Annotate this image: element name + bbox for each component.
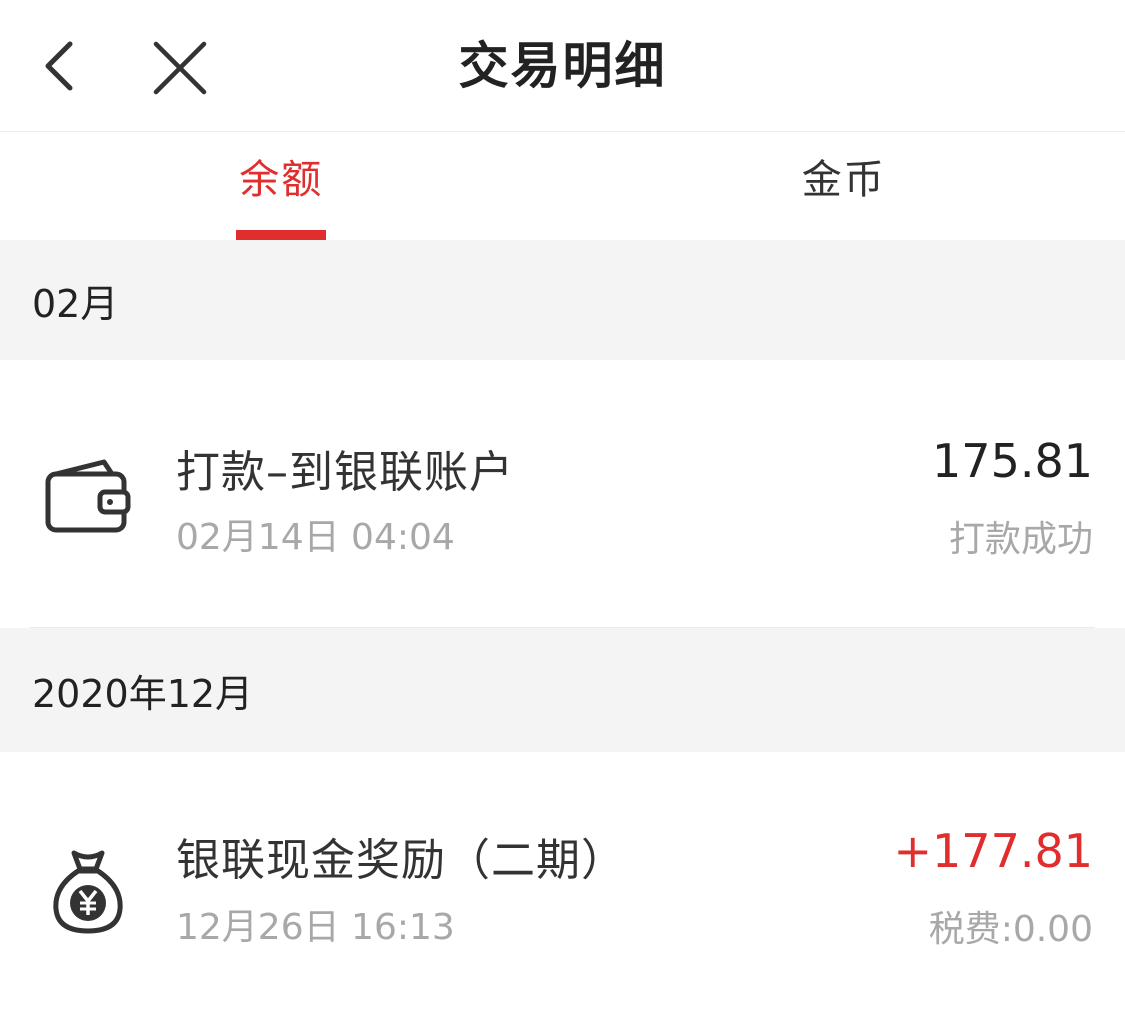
transaction-row[interactable]: 银联现金奖励（二期） 12月26日 16:13 +177.81 税费:0.00: [0, 752, 1125, 1012]
transaction-time: 02月14日 04:04: [176, 517, 455, 558]
navbar: 交易明细: [0, 0, 1125, 132]
transaction-time: 12月26日 16:13: [176, 907, 455, 948]
tab-balance-label: 余额: [239, 157, 324, 203]
transaction-amount: +177.81: [893, 824, 1094, 878]
section-header-dec-2020: 2020年12月: [0, 628, 1125, 752]
tab-active-indicator: [236, 230, 327, 240]
wallet-icon: [40, 448, 136, 544]
tab-bar: 余额 金币: [0, 132, 1125, 240]
section-header-label: 02月: [32, 281, 119, 326]
tab-coins-label: 金币: [801, 157, 886, 203]
page-title: 交易明细: [458, 37, 667, 95]
tab-balance[interactable]: 余额: [0, 132, 563, 240]
transaction-amount: 175.81: [932, 434, 1093, 488]
transaction-status: 税费:0.00: [928, 909, 1093, 950]
transaction-title: 银联现金奖励（二期）: [176, 835, 626, 886]
transaction-row[interactable]: 打款–到银联账户 02月14日 04:04 175.81 打款成功: [30, 360, 1095, 628]
money-bag-icon: [40, 844, 136, 940]
transaction-title: 打款–到银联账户: [176, 447, 514, 498]
transaction-status: 打款成功: [948, 519, 1093, 560]
section-header-label: 2020年12月: [32, 671, 254, 716]
section-header-feb: 02月: [0, 240, 1125, 360]
tab-coins[interactable]: 金币: [563, 132, 1125, 240]
